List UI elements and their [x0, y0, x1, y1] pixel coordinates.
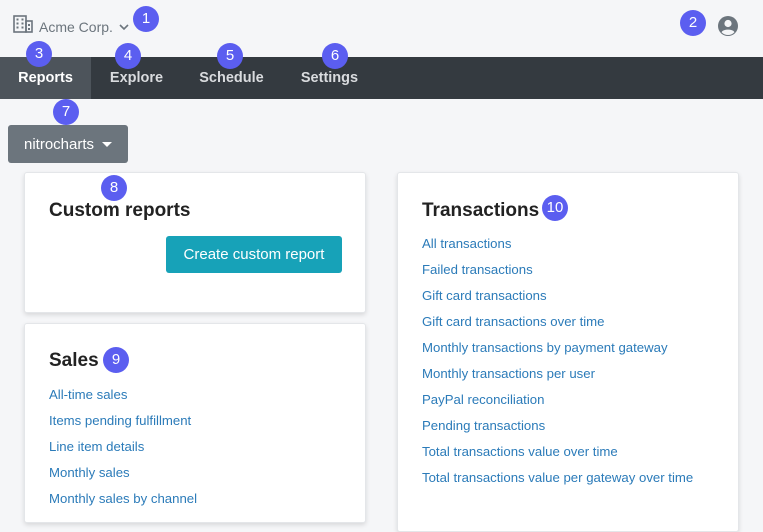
main-nav: Reports Explore Schedule Settings: [0, 57, 763, 99]
annotation-badge: 10: [542, 195, 568, 221]
caret-down-icon: [102, 141, 113, 147]
user-circle-icon: [717, 16, 739, 41]
org-switcher[interactable]: Acme Corp.: [13, 15, 129, 38]
annotation-badge: 6: [322, 43, 348, 69]
transactions-link[interactable]: Gift card transactions: [422, 283, 693, 309]
dropdown-selected: nitrocharts: [23, 135, 95, 153]
transactions-title: Transactions: [422, 200, 540, 221]
sales-link[interactable]: Monthly sales by channel: [49, 486, 197, 512]
sales-link[interactable]: All-time sales: [49, 382, 197, 408]
annotation-badge: 2: [680, 10, 706, 36]
top-bar: Acme Corp.: [0, 0, 763, 57]
transactions-link[interactable]: Total transactions value over time: [422, 439, 693, 465]
chevron-down-icon: [119, 18, 129, 36]
annotation-badge: 7: [53, 99, 79, 125]
org-name: Acme Corp.: [39, 18, 113, 35]
transactions-link[interactable]: Monthly transactions per user: [422, 361, 693, 387]
annotation-badge: 3: [26, 41, 52, 67]
transactions-links: All transactions Failed transactions Gif…: [422, 231, 693, 491]
sales-links: All-time sales Items pending fulfillment…: [49, 382, 197, 512]
user-menu[interactable]: [717, 15, 739, 42]
custom-reports-title: Custom reports: [49, 200, 191, 221]
sales-card: Sales All-time sales Items pending fulfi…: [24, 323, 366, 523]
building-icon: [13, 15, 33, 38]
annotation-badge: 8: [101, 175, 127, 201]
sales-link[interactable]: Monthly sales: [49, 460, 197, 486]
transactions-link[interactable]: All transactions: [422, 231, 693, 257]
transactions-link[interactable]: Total transactions value per gateway ove…: [422, 465, 693, 491]
annotation-badge: 9: [103, 347, 129, 373]
create-custom-report-button[interactable]: Create custom report: [166, 236, 342, 273]
annotation-badge: 4: [115, 43, 141, 69]
transactions-link[interactable]: PayPal reconciliation: [422, 387, 693, 413]
transactions-link[interactable]: Gift card transactions over time: [422, 309, 693, 335]
annotation-badge: 5: [217, 43, 243, 69]
annotation-badge: 1: [133, 6, 159, 32]
custom-reports-card: Custom reports Create custom report: [24, 172, 366, 313]
transactions-card: Transactions All transactions Failed tra…: [397, 172, 739, 532]
transactions-link[interactable]: Monthly transactions by payment gateway: [422, 335, 693, 361]
workspace-dropdown[interactable]: nitrocharts: [8, 125, 128, 163]
transactions-link[interactable]: Pending transactions: [422, 413, 693, 439]
sales-link[interactable]: Line item details: [49, 434, 197, 460]
sales-link[interactable]: Items pending fulfillment: [49, 408, 197, 434]
transactions-link[interactable]: Failed transactions: [422, 257, 693, 283]
sales-title: Sales: [49, 350, 99, 371]
